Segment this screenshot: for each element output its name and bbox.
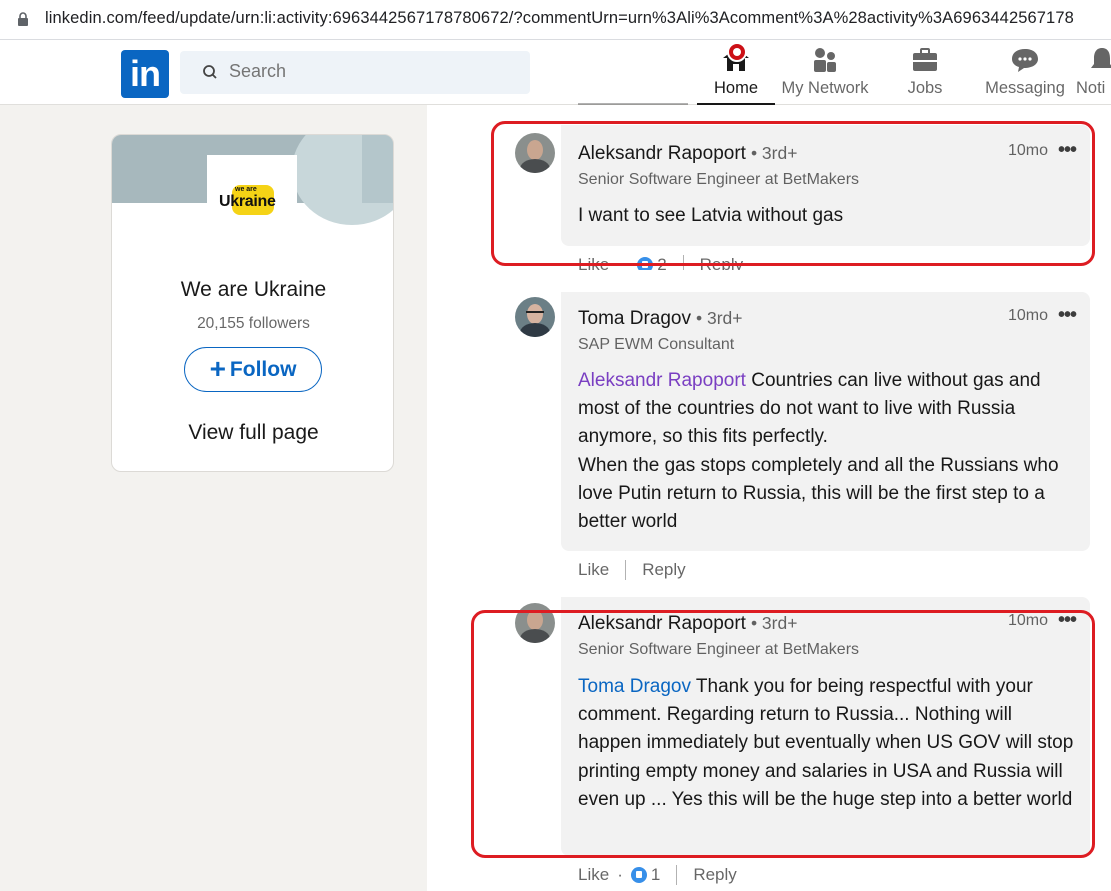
divider — [676, 864, 678, 885]
comment-time: 10mo — [1008, 612, 1049, 629]
nav-messaging[interactable]: Messaging — [982, 44, 1068, 104]
notification-badge — [727, 42, 747, 62]
comment-bubble: Toma Dragov • 3rd+ SAP EWM Consultant 10m… — [561, 292, 1090, 551]
author-name[interactable]: Aleksandr Rapoport — [578, 143, 746, 164]
author-name[interactable]: Toma Dragov — [578, 308, 691, 329]
plus-icon: + — [209, 353, 226, 384]
comment-bubble: Aleksandr Rapoport • 3rd+ Senior Software… — [561, 597, 1090, 856]
author-headline: SAP EWM Consultant — [578, 336, 735, 353]
follower-count: 20,155 followers — [197, 315, 310, 332]
search-input[interactable] — [229, 61, 509, 82]
nav-jobs[interactable]: Jobs — [890, 44, 960, 104]
like-reaction-icon — [630, 866, 647, 883]
comment-time: 10mo — [1008, 142, 1049, 159]
previous-actions-cutoff — [578, 100, 778, 108]
connection-degree: • 3rd+ — [750, 143, 798, 163]
nav-messaging-label: Messaging — [985, 79, 1065, 97]
briefcase-icon — [913, 48, 937, 71]
nav-home-label: Home — [713, 79, 758, 97]
search-icon — [203, 65, 217, 79]
nav-notifications-label: Noti — [1076, 79, 1106, 97]
more-options-icon[interactable]: ••• — [1058, 304, 1077, 327]
connection-degree: • 3rd+ — [750, 613, 798, 633]
nav-home[interactable]: Home — [697, 42, 775, 105]
company-name[interactable]: We are Ukraine — [112, 278, 393, 302]
browser-address-bar[interactable]: linkedin.com/feed/update/urn:li:activity… — [0, 0, 1111, 40]
author-headline: Senior Software Engineer at BetMakers — [578, 641, 860, 658]
company-logo[interactable]: we are Ukraine — [207, 155, 297, 245]
bell-icon — [1091, 48, 1111, 68]
comment-author[interactable]: Aleksandr Rapoport • 3rd+ — [578, 613, 797, 635]
avatar[interactable] — [515, 297, 555, 337]
comment-author[interactable]: Aleksandr Rapoport • 3rd+ — [578, 143, 797, 165]
divider — [625, 559, 627, 580]
comment-actions: Like Reply — [578, 559, 686, 581]
connection-degree: • 3rd+ — [696, 308, 743, 328]
comment-text: Toma Dragov Thank you for being respectf… — [578, 673, 1078, 814]
mention-link[interactable]: Toma Dragov — [578, 676, 691, 697]
reaction-count[interactable]: 1 — [651, 865, 660, 885]
people-icon — [814, 48, 836, 72]
reply-button[interactable]: Reply — [693, 865, 736, 885]
lock-icon — [18, 12, 28, 26]
more-options-icon[interactable]: ••• — [1058, 609, 1077, 632]
author-name[interactable]: Aleksandr Rapoport — [578, 613, 746, 634]
nav-notifications[interactable]: Noti — [1076, 44, 1111, 104]
follow-label: Follow — [229, 358, 297, 381]
chat-icon — [1012, 49, 1038, 72]
comment-bubble: Aleksandr Rapoport • 3rd+ Senior Software… — [561, 125, 1090, 246]
author-headline: Senior Software Engineer at BetMakers — [578, 171, 860, 188]
nav-my-network[interactable]: My Network — [777, 44, 873, 104]
reply-button[interactable]: Reply — [642, 560, 685, 580]
nav-my-network-label: My Network — [781, 79, 869, 97]
comment-time: 10mo — [1008, 307, 1049, 324]
more-options-icon[interactable]: ••• — [1058, 139, 1077, 162]
follow-button[interactable]: + Follow — [184, 347, 322, 392]
linkedin-logo[interactable]: in — [121, 50, 169, 98]
mention-link[interactable]: Aleksandr Rapoport — [578, 370, 746, 391]
like-button[interactable]: Like — [578, 865, 609, 885]
avatar[interactable] — [515, 603, 555, 643]
view-full-page-link[interactable]: View full page — [112, 421, 393, 445]
comment-text: I want to see Latvia without gas — [578, 205, 844, 226]
nav-jobs-label: Jobs — [907, 79, 943, 97]
address-url[interactable]: linkedin.com/feed/update/urn:li:activity… — [45, 9, 1074, 28]
comment-body: Countries can live without gas and most … — [578, 370, 1059, 533]
like-button[interactable]: Like — [578, 560, 609, 580]
logo-small-text: we are — [235, 186, 257, 193]
logo-big-text: Ukraine — [219, 193, 276, 210]
comment-actions: Like · 1 Reply — [578, 864, 737, 886]
avatar[interactable] — [515, 133, 555, 173]
comment-author[interactable]: Toma Dragov • 3rd+ — [578, 308, 743, 330]
comment-text: Aleksandr Rapoport Countries can live wi… — [578, 367, 1078, 536]
separator-dot: · — [617, 864, 623, 884]
search-box[interactable] — [180, 51, 530, 94]
company-page-card: we are Ukraine We are Ukraine 20,155 fol… — [111, 134, 394, 472]
